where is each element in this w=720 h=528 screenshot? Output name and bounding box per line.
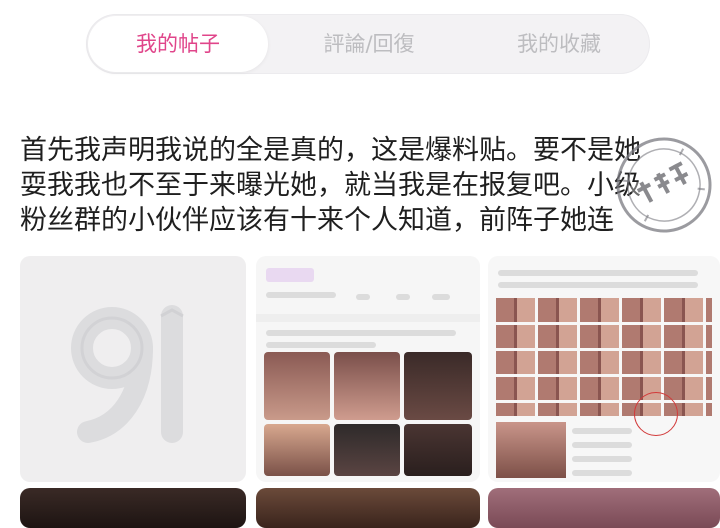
mini-tag <box>266 268 314 282</box>
tab-comments-replies[interactable]: 評論/回復 <box>276 16 462 72</box>
mini-list-row <box>572 470 632 476</box>
grid-gap <box>496 348 712 351</box>
mini-text <box>498 282 698 288</box>
tab-my-favorites[interactable]: 我的收藏 <box>470 16 648 72</box>
post-body: 首先我声明我说的全是真的，这是爆料贴。要不是她 耍我我也不至于来曝光她，就当我是… <box>20 133 720 241</box>
post-thumbnail-3[interactable] <box>488 256 720 482</box>
post-thumbnail-2[interactable] <box>256 256 480 482</box>
mini-list-row <box>572 428 632 434</box>
mini-photo <box>334 352 400 420</box>
mini-list-row <box>572 442 632 448</box>
profile-tab-bar: 我的帖子 評論/回復 我的收藏 <box>86 14 650 74</box>
mini-photo <box>334 424 400 476</box>
post-line-3: 粉丝群的小伙伴应该有十来个人知道，前阵子她连 <box>20 205 614 236</box>
logo-91-icon <box>71 305 184 443</box>
post-thumbnail-4[interactable] <box>20 488 246 528</box>
mini-photo-grid <box>496 298 712 416</box>
mini-photo <box>496 422 566 478</box>
mini-text <box>266 330 456 336</box>
mini-list-row <box>572 456 632 462</box>
mini-meta <box>356 294 370 300</box>
mini-photo <box>264 424 330 476</box>
grid-gap <box>496 322 712 325</box>
mini-photo <box>264 352 330 420</box>
grid-gap <box>496 400 712 403</box>
divider <box>256 314 480 322</box>
mini-text <box>266 342 376 348</box>
mini-meta <box>432 294 450 300</box>
post-thumbnail-5[interactable] <box>256 488 480 528</box>
grid-gap <box>496 374 712 377</box>
tab-my-posts[interactable]: 我的帖子 <box>88 16 268 72</box>
post-thumbnail-1[interactable] <box>20 256 246 482</box>
mini-meta <box>266 292 336 298</box>
mini-photo <box>404 424 472 476</box>
post-line-2: 耍我我也不至于来曝光她，就当我是在报复吧。小级 <box>20 170 641 201</box>
mini-meta <box>396 294 410 300</box>
annotation-circle <box>634 392 678 436</box>
mini-photo <box>404 352 472 420</box>
mini-text <box>498 270 698 276</box>
post-thumbnail-6[interactable] <box>488 488 720 528</box>
post-line-1: 首先我声明我说的全是真的，这是爆料贴。要不是她 <box>20 135 641 166</box>
